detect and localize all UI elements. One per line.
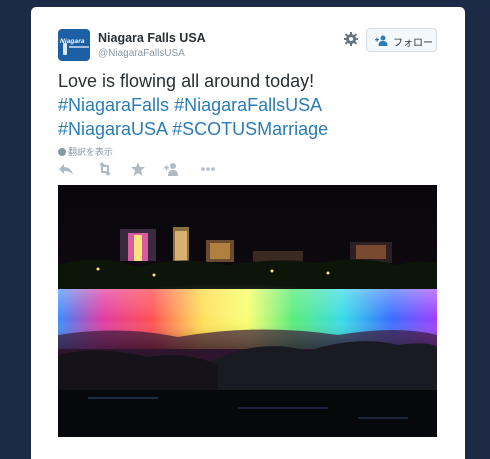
- follow-button[interactable]: フォロー: [366, 28, 437, 52]
- retweet-icon[interactable]: [96, 162, 114, 176]
- rainbow-falls-image: [58, 185, 437, 437]
- tweet-message: Love is flowing all around today!: [58, 71, 315, 91]
- avatar[interactable]: Niagara: [58, 29, 90, 61]
- follow-label: フォロー: [393, 38, 433, 49]
- tweet-text: Love is flowing all around today! #Niaga…: [58, 69, 458, 141]
- reply-icon[interactable]: [58, 162, 74, 176]
- author-name[interactable]: Niagara Falls USA: [98, 31, 206, 45]
- hashtag-link[interactable]: #NiagaraFallsUSA: [174, 95, 322, 115]
- more-dots-icon[interactable]: [200, 162, 216, 176]
- star-icon[interactable]: [130, 162, 146, 176]
- add-user-icon: [375, 35, 388, 46]
- gear-icon[interactable]: [343, 31, 359, 47]
- author-handle[interactable]: @NiagaraFallsUSA: [98, 48, 185, 59]
- translate-label: 翻訳を表示: [68, 147, 114, 157]
- add-user-icon[interactable]: [164, 162, 180, 176]
- tweet-photo[interactable]: [58, 185, 437, 437]
- globe-icon: [58, 148, 66, 156]
- hashtag-link[interactable]: #NiagaraUSA: [58, 119, 167, 139]
- translate-link[interactable]: 翻訳を表示: [58, 145, 113, 158]
- hashtag-link[interactable]: #NiagaraFalls: [58, 95, 169, 115]
- tweet-card: Niagara Niagara Falls USA @NiagaraFallsU…: [31, 7, 465, 459]
- hashtag-link[interactable]: #SCOTUSMarriage: [172, 119, 328, 139]
